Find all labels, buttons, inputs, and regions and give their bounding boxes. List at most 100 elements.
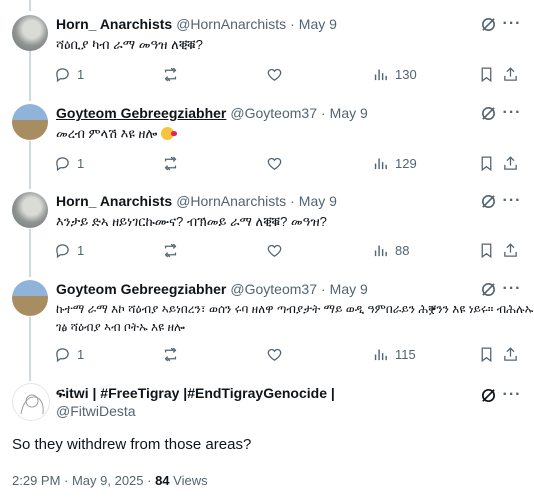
avatar[interactable] xyxy=(12,383,50,421)
more-icon[interactable]: ··· xyxy=(503,15,521,33)
views-button[interactable]: 129 xyxy=(372,153,417,173)
views-icon xyxy=(374,349,387,360)
more-icon[interactable]: ··· xyxy=(503,386,521,404)
reply-count: 1 xyxy=(77,155,85,171)
reply-icon xyxy=(56,67,69,82)
author-name[interactable]: Horn_ Anarchists xyxy=(56,193,172,209)
tweet-text: እንታይ ድኣ ዘይነገርኩሙና? ብኽመይ ራማ ለቒቑ? መዓዝ? xyxy=(56,214,327,229)
share-icon xyxy=(504,242,517,257)
tweet-actions: 1 88 xyxy=(54,240,520,260)
tweet[interactable]: Horn_ Anarchists @HornAnarchists · May 9… xyxy=(0,15,534,95)
views-button[interactable]: 115 xyxy=(372,344,416,364)
tweet-actions: 1 130 xyxy=(54,64,520,84)
retweet-icon xyxy=(164,67,177,81)
views-button[interactable]: 88 xyxy=(372,240,409,260)
share-icon xyxy=(504,346,517,361)
more-icon[interactable]: ··· xyxy=(503,192,521,210)
more-icon[interactable]: ··· xyxy=(503,280,521,298)
author-handle[interactable]: @Goyteom37 xyxy=(230,281,317,297)
tweet[interactable]: Goyteom Gebreegziabher @Goyteom37 · May … xyxy=(0,104,534,184)
tweet-text: መረብ ምላሽ እዩ ዘሎ xyxy=(56,124,177,143)
share-icon xyxy=(504,66,517,81)
tweet-date[interactable]: May 9 xyxy=(299,193,337,209)
grok-icon[interactable] xyxy=(479,104,497,122)
heart-icon xyxy=(267,157,282,170)
share-button[interactable] xyxy=(502,153,519,173)
grok-icon[interactable] xyxy=(479,386,497,404)
reply-button[interactable]: 1 xyxy=(54,240,84,260)
reply-button[interactable]: 1 xyxy=(54,344,84,364)
tweet-date[interactable]: May 9 xyxy=(330,105,368,121)
main-author-name[interactable]: ፍitwi | #FreeTigray |#EndTigrayGenocide … xyxy=(56,385,335,402)
tweet-timestamp[interactable]: 2:29 PM · May 9, 2025 · xyxy=(12,473,155,488)
tweet-text-content: መረብ ምላሽ እዩ ዘሎ xyxy=(56,126,158,141)
author-name[interactable]: Horn_ Anarchists xyxy=(56,16,172,32)
author-handle[interactable]: @Goyteom37 xyxy=(230,105,317,121)
reply-icon xyxy=(56,347,69,362)
like-button[interactable] xyxy=(266,153,289,173)
separator: · xyxy=(290,16,295,32)
bookmark-button[interactable] xyxy=(478,344,495,364)
reply-icon xyxy=(56,156,69,171)
tweet-header: Goyteom Gebreegziabher @Goyteom37 · May … xyxy=(56,280,368,298)
retweet-button[interactable] xyxy=(162,240,185,260)
views-count: 129 xyxy=(395,155,417,171)
main-author-handle[interactable]: @FitwiDesta xyxy=(56,403,136,419)
grok-icon[interactable] xyxy=(479,192,497,210)
author-handle[interactable]: @HornAnarchists xyxy=(176,193,286,209)
tweet[interactable]: Horn_ Anarchists @HornAnarchists · May 9… xyxy=(0,192,534,272)
share-button[interactable] xyxy=(502,64,519,84)
avatar[interactable] xyxy=(12,192,48,228)
heart-icon xyxy=(267,68,282,81)
retweet-button[interactable] xyxy=(162,153,185,173)
like-button[interactable] xyxy=(266,344,289,364)
tweet-actions: 1 129 xyxy=(54,153,520,173)
bookmark-icon xyxy=(481,155,492,171)
views-button[interactable]: 130 xyxy=(372,64,417,84)
like-button[interactable] xyxy=(266,240,289,260)
tweet-header: Goyteom Gebreegziabher @Goyteom37 · May … xyxy=(56,104,368,122)
thread-line xyxy=(29,0,31,11)
views-icon xyxy=(374,158,387,169)
views-count: 130 xyxy=(395,66,417,82)
tweet-header: Horn_ Anarchists @HornAnarchists · May 9 xyxy=(56,192,337,210)
views-label: Views xyxy=(173,473,208,488)
bookmark-button[interactable] xyxy=(478,240,495,260)
retweet-button[interactable] xyxy=(162,64,185,84)
author-handle[interactable]: @HornAnarchists xyxy=(176,16,286,32)
share-button[interactable] xyxy=(502,240,519,260)
author-name[interactable]: Goyteom Gebreegziabher xyxy=(56,281,226,297)
bookmark-icon xyxy=(481,242,492,258)
avatar[interactable] xyxy=(12,104,48,140)
reply-button[interactable]: 1 xyxy=(54,153,84,173)
views-count: 88 xyxy=(395,242,410,258)
bookmark-icon xyxy=(481,66,492,82)
reply-count: 1 xyxy=(77,346,85,362)
avatar[interactable] xyxy=(12,280,48,316)
author-name[interactable]: Goyteom Gebreegziabher xyxy=(56,105,226,121)
like-button[interactable] xyxy=(266,64,289,84)
tweet-date[interactable]: May 9 xyxy=(330,281,368,297)
bookmark-button[interactable] xyxy=(478,64,495,84)
tweet-meta: 2:29 PM · May 9, 2025 · 84 Views xyxy=(12,473,208,488)
views-count: 84 xyxy=(155,473,170,488)
share-icon xyxy=(504,155,517,170)
bookmark-icon xyxy=(481,346,492,362)
retweet-icon xyxy=(164,347,177,361)
reply-count: 1 xyxy=(77,66,85,82)
views-icon xyxy=(374,69,387,80)
bookmark-button[interactable] xyxy=(478,153,495,173)
retweet-button[interactable] xyxy=(162,344,185,364)
tweet-date[interactable]: May 9 xyxy=(299,16,337,32)
grok-icon[interactable] xyxy=(479,280,497,298)
main-tweet-text: So they withdrew from those areas? xyxy=(12,436,252,453)
grok-icon[interactable] xyxy=(479,15,497,33)
share-button[interactable] xyxy=(502,344,519,364)
reply-button[interactable]: 1 xyxy=(54,64,84,84)
avatar[interactable] xyxy=(12,15,48,51)
separator: · xyxy=(320,281,326,297)
more-icon[interactable]: ··· xyxy=(503,104,521,122)
tweet[interactable]: Goyteom Gebreegziabher @Goyteom37 · May … xyxy=(0,280,534,375)
heart-icon xyxy=(267,348,282,361)
retweet-icon xyxy=(164,243,177,257)
